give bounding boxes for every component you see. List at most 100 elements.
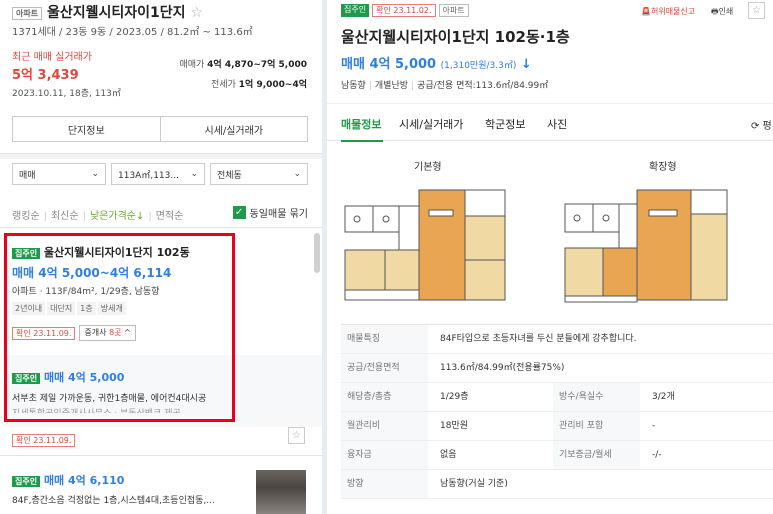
- tab-school-info[interactable]: 학군정보: [485, 116, 525, 132]
- complex-title: 아파트 울산지웰시티자이1단지 ☆: [12, 2, 203, 22]
- type-tag: 아파트: [12, 6, 43, 20]
- dong-value: 전체동: [217, 170, 242, 181]
- divider: [0, 455, 322, 456]
- row-value: 남동향(거실 기준): [440, 479, 508, 489]
- floor-plan-basic[interactable]: [341, 186, 509, 304]
- heating: 개별난방: [374, 81, 409, 91]
- print-button[interactable]: 🖶인쇄: [711, 6, 733, 20]
- favorite-star-icon[interactable]: ☆: [288, 427, 305, 444]
- group-duplicates-label: 동일매물 묶기: [249, 209, 308, 220]
- area-unit-toggle[interactable]: ⟳ 평: [751, 117, 772, 132]
- listing-detail-title: 울산지웰시티자이1단지 102동·1층: [341, 28, 570, 46]
- row-key: 방향: [341, 470, 428, 498]
- tab-photos[interactable]: 사진: [547, 116, 567, 132]
- confirm-date-tag: 확인 23.11.02.: [372, 4, 436, 17]
- favorite-star-icon[interactable]: ☆: [190, 5, 203, 21]
- sale-label: 매매가: [179, 60, 205, 70]
- sort-options: 랭킹순 | 최신순 | 낮은가격순↓ | 면적순: [12, 211, 184, 222]
- owner-tag: 집주인: [12, 475, 41, 487]
- listing-detail-info: 남동향 | 개별난방 | 공급/전용 면적:113.6㎡/84.99㎡: [341, 81, 549, 91]
- print-icon: 🖶: [711, 7, 719, 16]
- dong-select[interactable]: 전체동 ⌄: [210, 163, 308, 185]
- table-row: 융자금 없음 기보증금/월세 -/-: [341, 441, 773, 470]
- listing-detail-table: 매물특징 84F타입으로 초등자녀를 두신 분들에게 강추합니다. 공급/전용면…: [341, 324, 773, 499]
- sort-low-price[interactable]: 낮은가격순↓: [90, 211, 144, 222]
- print-label: 인쇄: [718, 7, 734, 16]
- detail-tabs: 매물정보 시세/실거래가 학군정보 사진 ⟳ 평: [327, 103, 773, 142]
- listing-detail-panel: 집주인 확인 23.11.02. 아파트 🚨허위매물신고 🖶인쇄 ☆ 울산지웰시…: [327, 0, 773, 514]
- row-key: 방수/욕실수: [553, 383, 640, 411]
- complex-subtitle: 1371세대 / 23동 9동 / 2023.05 / 81.2㎡ ~ 113.…: [12, 27, 253, 38]
- type-tag: 아파트: [438, 4, 469, 17]
- row-key: 월관리비: [341, 412, 428, 440]
- sort-latest[interactable]: 최신순: [51, 211, 79, 222]
- row-key: 융자금: [341, 441, 428, 469]
- recent-trade-date: 2023.10.11, 18층, 113㎡: [12, 89, 121, 99]
- tab-price-history[interactable]: 시세/실거래가: [399, 116, 463, 132]
- price-down-arrow-icon: ↓: [520, 57, 532, 72]
- app-window: 아파트 울산지웰시티자이1단지 ☆ 1371세대 / 23동 9동 / 2023…: [0, 0, 773, 514]
- area-value: 113A㎡,113...: [118, 170, 179, 181]
- table-row: 매물특징 84F타입으로 초등자녀를 두신 분들에게 강추합니다.: [341, 325, 773, 354]
- row-value: 113.6㎡/84.99㎡(전용률75%): [440, 363, 565, 373]
- table-row: 월관리비 18만원 관리비 포함 -: [341, 412, 773, 441]
- listing-thumbnail[interactable]: [256, 470, 306, 514]
- listing-price[interactable]: 집주인 매매 4억 6,110: [12, 472, 124, 488]
- row-value: -/-: [652, 450, 662, 460]
- floor-plan-extended[interactable]: [563, 186, 731, 304]
- complex-name: 울산지웰시티자이1단지: [46, 5, 186, 21]
- row-key: 매물특징: [341, 325, 428, 353]
- deal-type-select[interactable]: 매매 ⌄: [12, 163, 106, 185]
- siren-icon: 🚨: [641, 7, 651, 16]
- price-per-area: (1,310만원/3.3㎡): [440, 61, 517, 71]
- sort-area[interactable]: 면적순: [156, 211, 184, 222]
- row-value: 3/2개: [652, 392, 675, 402]
- direction: 남동향: [341, 81, 366, 91]
- price-history-button[interactable]: 시세/실거래가: [159, 117, 307, 141]
- listing-desc: 84F,층간소음 걱정없는 1층,시스템4대,초등인접동,...: [12, 496, 215, 506]
- listing-price-text: 매매 4억 6,110: [43, 474, 125, 487]
- owner-tag: 집주인: [341, 4, 370, 17]
- area-select[interactable]: 113A㎡,113... ⌄: [111, 163, 205, 185]
- list-scrollbar[interactable]: [314, 233, 320, 273]
- sort-ranking[interactable]: 랭킹순: [12, 211, 40, 222]
- chevron-down-icon: ⌄: [91, 169, 99, 179]
- table-row: 해당층/총층 1/29층 방수/욕실수 3/2개: [341, 383, 773, 412]
- deal-type-value: 매매: [19, 170, 36, 181]
- table-row: 공급/전용면적 113.6㎡/84.99㎡(전용률75%): [341, 354, 773, 383]
- table-row: 방향 남동향(거실 기준): [341, 470, 773, 499]
- row-value: 84F타입으로 초등자녀를 두신 분들에게 강추합니다.: [440, 334, 637, 344]
- checkbox-checked-icon[interactable]: ✓: [232, 206, 246, 219]
- row-value: 1/29층: [440, 392, 469, 402]
- listing-detail-price: 매매 4억 5,000 (1,310만원/3.3㎡) ↓: [341, 53, 532, 72]
- row-value: 없음: [440, 450, 457, 460]
- sale-value: 4억 4,870~7억 5,000: [207, 60, 307, 70]
- favorite-star-icon[interactable]: ☆: [748, 2, 765, 19]
- price-value: 매매 4억 5,000: [341, 57, 437, 72]
- report-button[interactable]: 🚨허위매물신고: [641, 6, 695, 17]
- detail-tags: 집주인 확인 23.11.02. 아파트: [341, 4, 469, 17]
- jeonse-price-range: 전세가 1억 9,000~4억: [211, 77, 307, 90]
- row-key: 공급/전용면적: [341, 354, 428, 382]
- row-value: 18만원: [440, 421, 469, 431]
- section-divider: [0, 153, 322, 159]
- listing-confirm-row: 확인 23.11.09.: [12, 430, 76, 449]
- plan-extended-label: 확장형: [649, 162, 677, 173]
- chevron-down-icon: ⌄: [293, 169, 301, 179]
- area: 공급/전용 면적:113.6㎡/84.99㎡: [417, 81, 549, 91]
- complex-buttons: 단지정보 시세/실거래가: [12, 116, 308, 142]
- floor-plan-section: 기본형 확장형: [327, 142, 773, 324]
- plan-basic-label: 기본형: [414, 162, 442, 173]
- row-key: 관리비 포함: [553, 412, 640, 440]
- recent-trade-label: 최근 매매 실거래가: [12, 52, 92, 63]
- group-duplicates-toggle[interactable]: ✓ 동일매물 묶기: [232, 205, 308, 220]
- row-key: 기보증금/월세: [553, 441, 640, 469]
- row-value: -: [652, 421, 656, 431]
- complex-info-button[interactable]: 단지정보: [13, 117, 160, 141]
- divider: [0, 227, 322, 228]
- row-key: 해당층/총층: [341, 383, 428, 411]
- sale-price-range: 매매가 4억 4,870~7억 5,000: [179, 57, 307, 70]
- tab-listing-info[interactable]: 매물정보: [341, 116, 381, 132]
- recent-trade-price: 5억 3,439: [12, 68, 79, 83]
- report-label: 허위매물신고: [650, 7, 696, 16]
